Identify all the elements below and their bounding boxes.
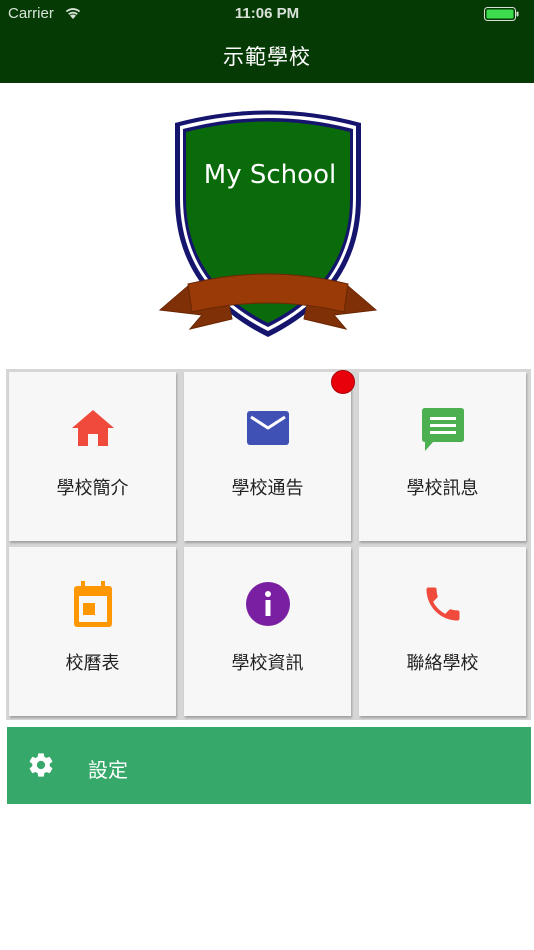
logo-text: My School: [204, 160, 336, 190]
notification-badge: [331, 370, 355, 394]
school-logo: My School: [158, 110, 378, 337]
header: Carrier 11:06 PM 示範學校: [0, 0, 534, 83]
message-icon: [421, 408, 464, 451]
status-bar: Carrier 11:06 PM: [0, 0, 534, 28]
menu-item-label: 學校訊息: [406, 478, 479, 499]
home-icon: [71, 410, 114, 446]
menu-item-label: 校曆表: [65, 653, 120, 674]
menu-item-school-messages[interactable]: 學校訊息: [359, 372, 526, 541]
status-time: 11:06 PM: [234, 5, 300, 22]
settings-button[interactable]: 設定: [7, 727, 531, 804]
menu-item-school-profile[interactable]: 學校簡介: [9, 372, 176, 541]
gear-icon: [29, 753, 53, 777]
app-root: Carrier 11:06 PM 示範學校 My School 學校簡介 學校通…: [0, 0, 534, 950]
mail-icon: [246, 411, 289, 445]
settings-label: 設定: [88, 758, 128, 782]
battery-icon: [484, 7, 519, 21]
info-icon: [245, 582, 290, 626]
phone-icon: [426, 587, 459, 621]
menu-item-school-calendar[interactable]: 校曆表: [9, 547, 176, 716]
menu-item-school-info[interactable]: 學校資訊: [184, 547, 351, 716]
menu-item-school-notices[interactable]: 學校通告: [184, 372, 351, 541]
menu-grid: 學校簡介 學校通告 學校訊息 校曆表 學校資訊 聯絡學校: [6, 369, 531, 720]
calendar-icon: [73, 581, 112, 627]
menu-item-label: 聯絡學校: [406, 653, 479, 674]
menu-item-label: 學校通告: [231, 478, 304, 499]
page-title: 示範學校: [223, 45, 311, 69]
menu-item-label: 學校資訊: [231, 653, 304, 674]
menu-item-contact-school[interactable]: 聯絡學校: [359, 547, 526, 716]
menu-item-label: 學校簡介: [56, 478, 129, 499]
